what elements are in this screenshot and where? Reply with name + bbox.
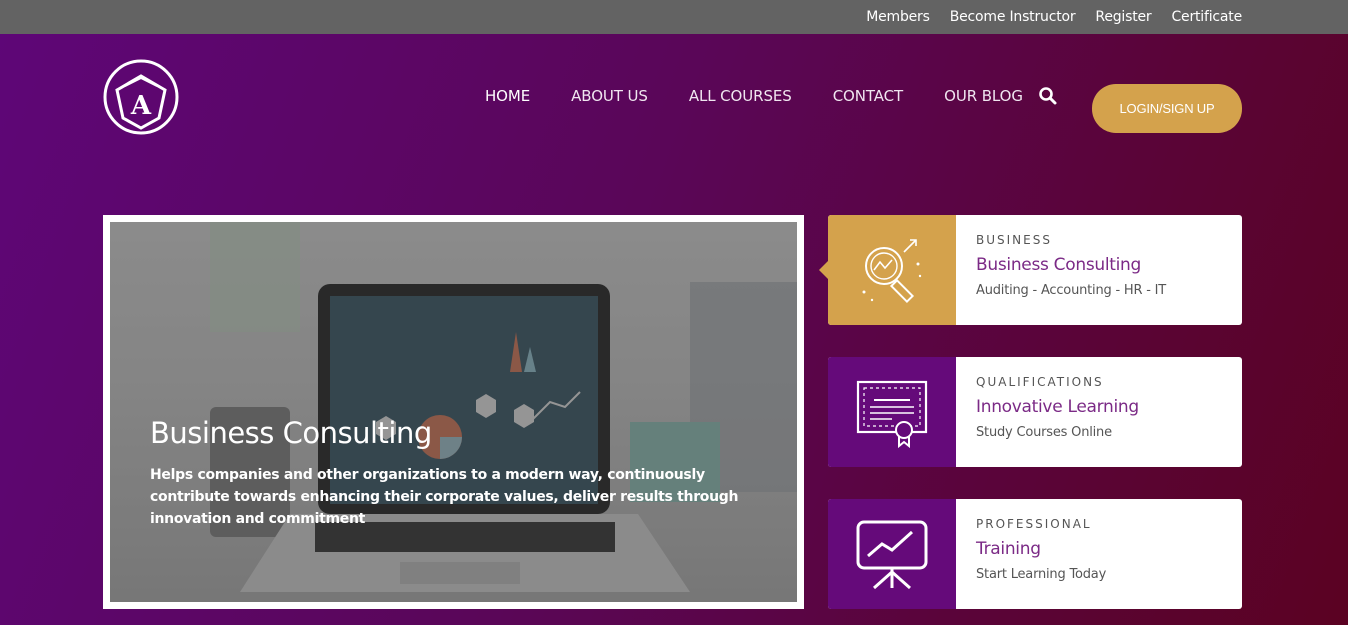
card-category: PROFESSIONAL: [976, 517, 1092, 531]
certificate-icon: [828, 357, 956, 467]
nav-our-blog[interactable]: OUR BLOG: [944, 87, 1023, 105]
card-subtitle: Auditing - Accounting - HR - IT: [976, 283, 1167, 298]
card-subtitle: Study Courses Online: [976, 425, 1112, 440]
nav-contact[interactable]: CONTACT: [833, 87, 904, 105]
card-business[interactable]: BUSINESS Business Consulting Auditing - …: [819, 215, 1242, 325]
card-category: QUALIFICATIONS: [976, 375, 1104, 389]
featured-slide[interactable]: Business Consulting Helps companies and …: [103, 215, 804, 609]
feature-title: Business Consulting: [150, 416, 432, 450]
card-title[interactable]: Business Consulting: [976, 255, 1141, 275]
nav-home[interactable]: HOME: [485, 87, 530, 105]
feature-description: Helps companies and other organizations …: [150, 467, 739, 527]
card-pointer: [819, 261, 828, 279]
site-logo[interactable]: A: [103, 56, 179, 138]
top-bar: Members Become Instructor Register Certi…: [0, 0, 1348, 34]
search-icon[interactable]: [1038, 86, 1058, 106]
card-subtitle: Start Learning Today: [976, 567, 1107, 582]
members-link[interactable]: Members: [866, 9, 930, 25]
become-instructor-link[interactable]: Become Instructor: [950, 9, 1076, 25]
image-overlay: [110, 222, 797, 602]
card-title[interactable]: Innovative Learning: [976, 397, 1139, 417]
top-links: Members Become Instructor Register Certi…: [866, 0, 1242, 34]
login-signup-button[interactable]: LOGIN/SIGN UP: [1092, 84, 1242, 133]
presentation-board-icon: [828, 499, 956, 609]
nav-all-courses[interactable]: ALL COURSES: [689, 87, 792, 105]
main-nav: HOME ABOUT US ALL COURSES CONTACT OUR BL…: [485, 85, 1064, 107]
certificate-link[interactable]: Certificate: [1171, 9, 1242, 25]
logo-letter: A: [130, 91, 152, 121]
card-professional[interactable]: PROFESSIONAL Training Start Learning Tod…: [828, 499, 1242, 609]
card-category: BUSINESS: [976, 233, 1052, 247]
card-title[interactable]: Training: [976, 539, 1041, 559]
nav-about-us[interactable]: ABOUT US: [571, 87, 648, 105]
magnifier-chart-icon: [828, 215, 956, 325]
featured-image: Business Consulting Helps companies and …: [110, 222, 797, 602]
card-qualifications[interactable]: QUALIFICATIONS Innovative Learning Study…: [828, 357, 1242, 467]
register-link[interactable]: Register: [1095, 9, 1151, 25]
